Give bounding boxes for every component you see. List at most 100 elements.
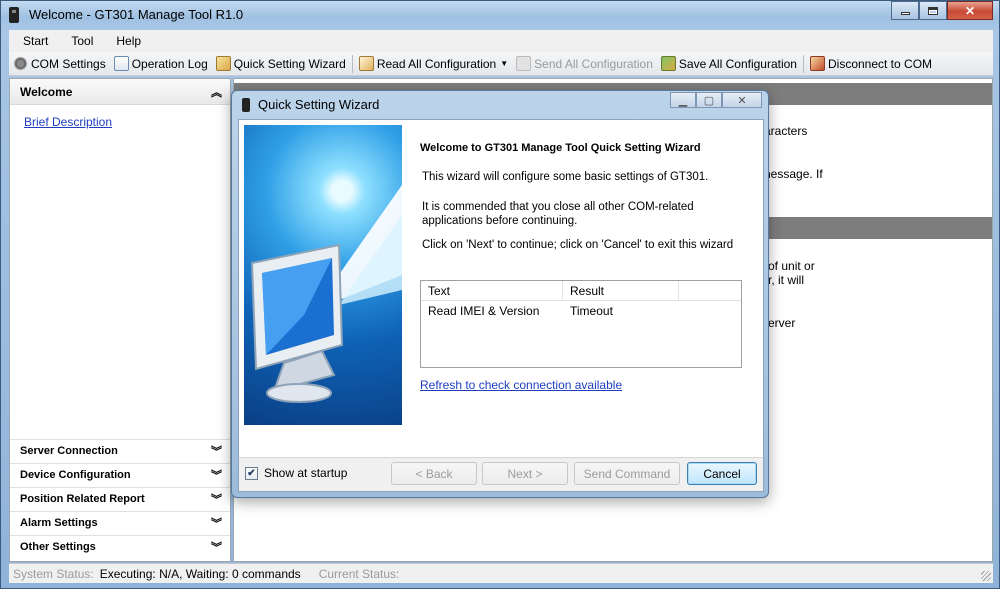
minimize-button[interactable] — [891, 1, 919, 20]
welcome-header[interactable]: Welcome ︽ — [10, 79, 230, 105]
app-icon — [9, 7, 19, 23]
log-icon — [113, 56, 129, 71]
resize-grip[interactable] — [981, 571, 991, 581]
brief-description-link[interactable]: Brief Description — [24, 115, 230, 129]
wizard-description: This wizard will configure some basic se… — [422, 171, 709, 183]
show-at-startup-label: Show at startup — [264, 466, 348, 480]
menu-help[interactable]: Help — [102, 34, 150, 48]
result-table: Text Result Read IMEI & Version Timeout — [420, 280, 742, 368]
dialog-close-button[interactable]: ✕ — [722, 92, 762, 108]
next-button[interactable]: Next > — [482, 462, 568, 485]
status-bar: System Status: Executing: N/A, Waiting: … — [9, 563, 993, 583]
wizard-heading: Welcome to GT301 Manage Tool Quick Setti… — [420, 142, 701, 154]
current-status-label: Current Status: — [318, 566, 400, 581]
operation-log-button[interactable]: Operation Log — [110, 53, 212, 75]
welcome-header-label: Welcome — [20, 84, 73, 99]
close-button[interactable]: ✕ — [947, 1, 993, 20]
disconnect-label: Disconnect to COM — [827, 56, 933, 71]
read-all-configuration-button[interactable]: Read All Configuration ▼ — [355, 53, 512, 75]
send-all-configuration-button[interactable]: Send All Configuration — [512, 53, 657, 75]
quick-setting-wizard-dialog: Quick Setting Wizard ▁ ▢ ✕ Welcome to GT… — [231, 90, 769, 498]
chevron-up-icon[interactable]: ︽ — [211, 84, 222, 100]
section-device-configuration[interactable]: Device Configuration ︾ — [10, 463, 230, 486]
monitor-icon — [250, 185, 402, 403]
section-label: Position Related Report — [20, 493, 145, 505]
wizard-icon — [215, 56, 231, 71]
send-command-button[interactable]: Send Command — [574, 462, 680, 485]
menu-bar: Start Tool Help — [9, 30, 993, 52]
dialog-body: Welcome to GT301 Manage Tool Quick Setti… — [238, 119, 764, 492]
title-bar[interactable]: Welcome - GT301 Manage Tool R1.0 ✕ — [1, 1, 999, 29]
dialog-maximize-button[interactable]: ▢ — [696, 92, 722, 108]
show-at-startup-checkbox[interactable]: ✔ Show at startup — [245, 466, 347, 480]
content-text: nessage. If — [764, 167, 823, 181]
chevron-down-icon: ︾ — [211, 446, 222, 458]
section-server-connection[interactable]: Server Connection ︾ — [10, 439, 230, 462]
window-title: Welcome - GT301 Manage Tool R1.0 — [29, 7, 244, 22]
section-position-related-report[interactable]: Position Related Report ︾ — [10, 487, 230, 510]
executing-status: Executing: N/A, Waiting: 0 commands — [99, 566, 301, 581]
menu-start[interactable]: Start — [9, 34, 57, 48]
content-text: aracters — [764, 124, 808, 138]
dialog-title: Quick Setting Wizard — [258, 97, 380, 112]
minimize-icon: ▁ — [678, 94, 688, 107]
chevron-down-icon: ︾ — [211, 518, 222, 530]
content-text: of unit or — [768, 259, 815, 273]
toolbar-separator — [351, 54, 353, 73]
section-label: Alarm Settings — [20, 517, 98, 529]
maximize-icon: ▢ — [703, 94, 715, 107]
chevron-down-icon: ︾ — [211, 494, 222, 506]
disconnect-icon — [809, 56, 825, 71]
save-all-configuration-button[interactable]: Save All Configuration — [657, 53, 801, 75]
close-icon: ✕ — [964, 3, 976, 18]
dropdown-arrow-icon[interactable]: ▼ — [500, 59, 508, 68]
minimize-icon — [900, 12, 910, 15]
wizard-instructions: Click on 'Next' to continue; click on 'C… — [422, 239, 734, 251]
section-label: Other Settings — [20, 541, 96, 553]
com-settings-label: COM Settings — [31, 56, 106, 71]
refresh-connection-link[interactable]: Refresh to check connection available — [420, 378, 622, 392]
maximize-icon — [928, 6, 938, 15]
com-settings-button[interactable]: COM Settings — [9, 53, 110, 75]
toolbar-separator — [802, 54, 804, 73]
section-label: Server Connection — [20, 445, 118, 457]
table-row[interactable]: Read IMEI & Version Timeout — [421, 301, 741, 321]
back-button[interactable]: < Back — [391, 462, 477, 485]
gear-icon — [13, 56, 28, 71]
chevron-down-icon: ︾ — [211, 542, 222, 554]
checkmark-icon[interactable]: ✔ — [245, 466, 258, 480]
section-other-settings[interactable]: Other Settings ︾ — [10, 535, 230, 558]
maximize-button[interactable] — [919, 1, 947, 20]
dialog-minimize-button[interactable]: ▁ — [670, 92, 696, 108]
wizard-monitor-illustration — [244, 125, 402, 425]
table-header: Text Result — [421, 281, 741, 301]
column-header-text[interactable]: Text — [421, 281, 563, 300]
left-navigation-panel: Welcome ︽ Brief Description Server Conne… — [9, 78, 231, 562]
system-status-label: System Status: — [13, 566, 94, 581]
read-all-label: Read All Configuration — [376, 56, 497, 71]
section-alarm-settings[interactable]: Alarm Settings ︾ — [10, 511, 230, 534]
quick-setting-wizard-button[interactable]: Quick Setting Wizard — [212, 53, 350, 75]
send-icon — [516, 56, 532, 71]
save-icon — [660, 56, 676, 71]
section-label: Device Configuration — [20, 469, 131, 481]
save-all-label: Save All Configuration — [678, 56, 797, 71]
content-text: r, it will — [768, 273, 804, 287]
content-text: erver — [768, 316, 796, 330]
operation-log-label: Operation Log — [131, 56, 208, 71]
toolbar: COM Settings Operation Log Quick Setting… — [9, 52, 993, 76]
cancel-button[interactable]: Cancel — [687, 462, 757, 485]
send-all-label: Send All Configuration — [534, 56, 653, 71]
column-header-result[interactable]: Result — [563, 281, 679, 300]
quick-setting-wizard-label: Quick Setting Wizard — [233, 56, 346, 71]
menu-tool[interactable]: Tool — [57, 34, 102, 48]
table-cell: Timeout — [570, 304, 613, 318]
wizard-warning: It is commended that you close all other… — [422, 201, 694, 227]
dialog-app-icon — [242, 98, 250, 112]
read-icon — [358, 56, 374, 71]
wizard-page: Welcome to GT301 Manage Tool Quick Setti… — [239, 120, 763, 458]
disconnect-com-button[interactable]: Disconnect to COM — [806, 53, 936, 75]
chevron-down-icon: ︾ — [211, 470, 222, 482]
column-header-empty — [679, 281, 741, 300]
table-cell: Read IMEI & Version — [428, 304, 540, 318]
